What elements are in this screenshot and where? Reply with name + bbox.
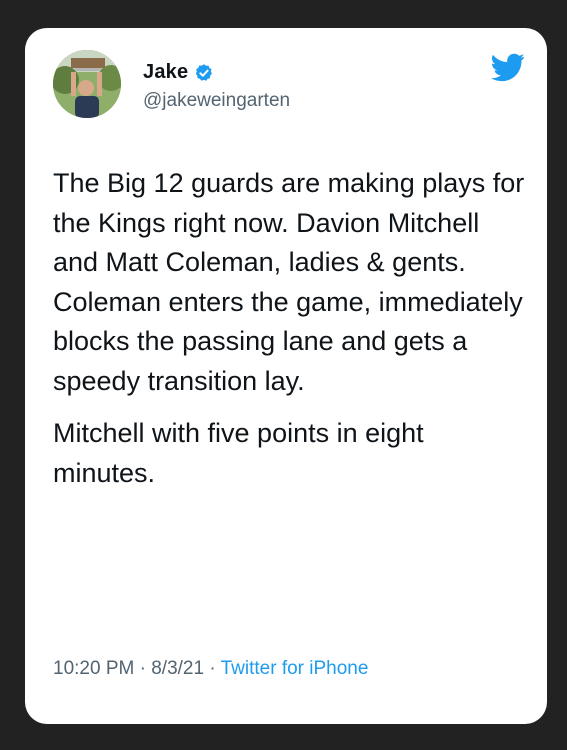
tweet-card: Jake @jakeweingarten The Big 12 guards a… <box>25 28 547 724</box>
meta-separator: · <box>204 658 221 679</box>
tweet-date[interactable]: 8/3/21 <box>151 658 204 679</box>
tweet-meta: 10:20 PM · 8/3/21 · Twitter for iPhone <box>53 658 368 680</box>
author-handle[interactable]: @jakeweingarten <box>143 90 290 112</box>
tweet-text: The Big 12 guards are making plays for t… <box>53 164 531 506</box>
author-name-row[interactable]: Jake <box>143 61 214 84</box>
avatar-photo <box>53 50 121 118</box>
tweet-paragraph: Mitchell with five points in eight minut… <box>53 418 424 488</box>
display-name[interactable]: Jake <box>143 61 188 84</box>
tweet-time[interactable]: 10:20 PM <box>53 658 134 679</box>
verified-badge-icon <box>196 63 213 81</box>
meta-separator: · <box>134 658 152 679</box>
twitter-bird-icon[interactable] <box>491 50 525 84</box>
tweet-source-link[interactable]: Twitter for iPhone <box>221 658 369 679</box>
tweet-paragraph: The Big 12 guards are making plays for t… <box>53 168 525 396</box>
avatar[interactable] <box>53 50 121 118</box>
